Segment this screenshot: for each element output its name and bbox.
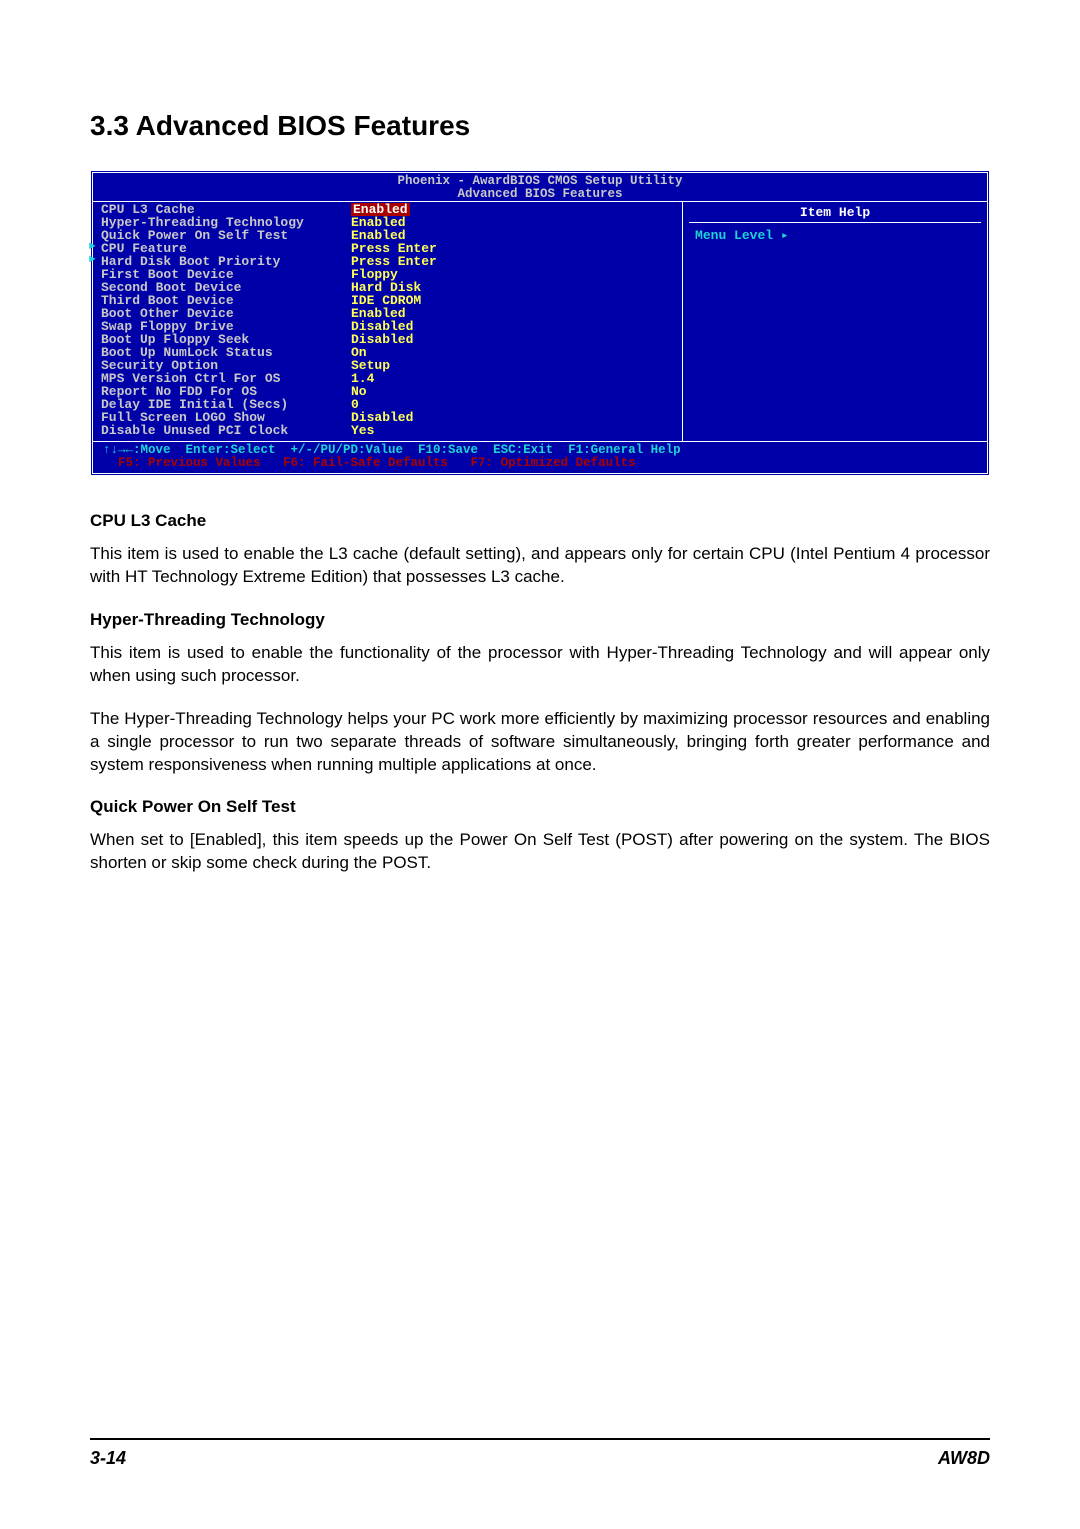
paragraph: This item is used to enable the L3 cache…: [90, 543, 990, 589]
paragraph: The Hyper-Threading Technology helps you…: [90, 708, 990, 777]
page-number: 3-14: [90, 1448, 126, 1469]
subsection-heading: CPU L3 Cache: [90, 510, 990, 533]
bios-help-panel: Item Help Menu Level ▸: [683, 202, 987, 441]
paragraph: When set to [Enabled], this item speeds …: [90, 829, 990, 875]
model-label: AW8D: [938, 1448, 990, 1469]
bios-screenshot: Phoenix - AwardBIOS CMOS Setup Utility A…: [90, 170, 990, 476]
bios-footer-line2: F5: Previous Values F6: Fail-Safe Defaul…: [103, 456, 636, 470]
page-footer: 3-14 AW8D: [90, 1438, 990, 1469]
bios-option-value: Yes: [351, 424, 374, 437]
content-body: CPU L3 Cache This item is used to enable …: [90, 510, 990, 875]
bios-option-row: Disable Unused PCI Clock Yes: [101, 424, 676, 437]
bios-menu-level: Menu Level ▸: [689, 223, 981, 248]
paragraph: This item is used to enable the function…: [90, 642, 990, 688]
bios-option-label: Disable Unused PCI Clock: [101, 424, 351, 437]
bios-header-line2: Advanced BIOS Features: [457, 187, 622, 201]
subsection-heading: Quick Power On Self Test: [90, 796, 990, 819]
bios-header: Phoenix - AwardBIOS CMOS Setup Utility A…: [93, 173, 987, 202]
bios-item-help-title: Item Help: [689, 203, 981, 223]
section-title: 3.3 Advanced BIOS Features: [90, 110, 990, 142]
bios-footer: ↑↓→←:Move Enter:Select +/-/PU/PD:Value F…: [93, 441, 987, 473]
bios-options-panel: CPU L3 Cache Enabled Hyper-Threading Tec…: [93, 202, 683, 441]
subsection-heading: Hyper-Threading Technology: [90, 609, 990, 632]
